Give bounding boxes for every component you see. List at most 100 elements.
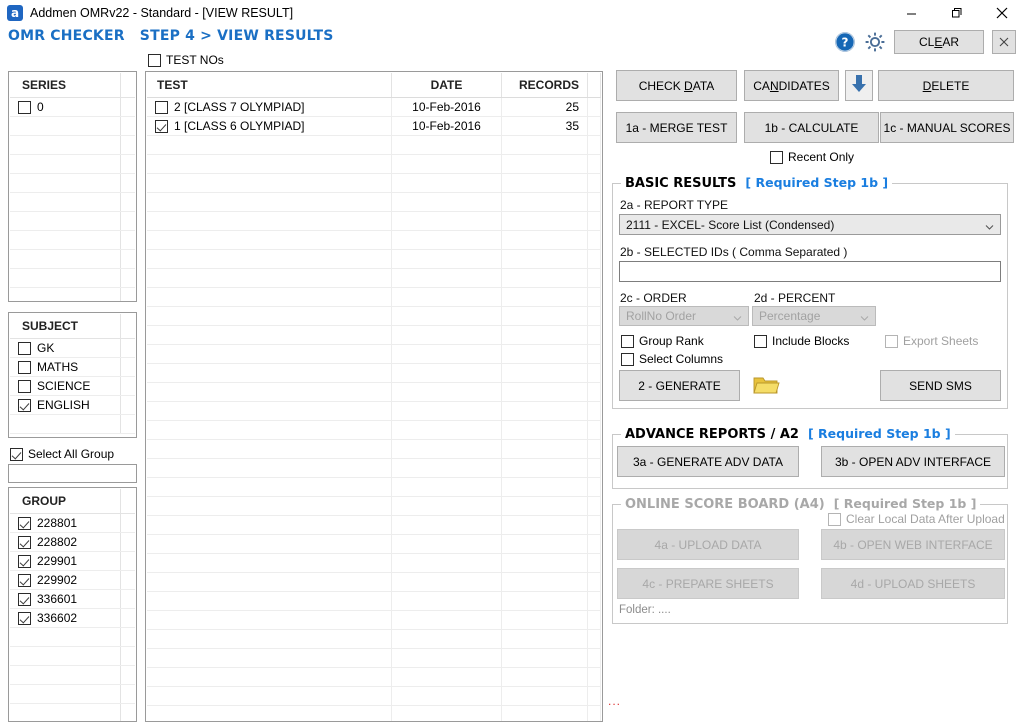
list-item[interactable]: 229901 <box>10 552 135 571</box>
subject-item-label: SCIENCE <box>37 379 91 393</box>
group-item-checkbox[interactable] <box>18 611 31 625</box>
help-circle-icon[interactable]: ? <box>834 31 856 53</box>
calculate-button[interactable]: 1b - CALCULATE <box>744 112 879 143</box>
column-header-date[interactable]: DATE <box>392 73 502 97</box>
manual-scores-button[interactable]: 1c - MANUAL SCORES <box>880 112 1014 143</box>
table-row[interactable]: 2 [CLASS 7 OLYMPIAD] 10-Feb-2016 25 <box>147 98 601 117</box>
select-columns-checkbox[interactable] <box>621 352 634 366</box>
series-item-checkbox[interactable] <box>18 100 31 114</box>
selected-ids-input[interactable] <box>619 261 1001 282</box>
group-header-label: GROUP <box>22 494 67 508</box>
maximize-restore-button[interactable] <box>934 0 979 26</box>
test-row-date: 10-Feb-2016 <box>392 117 502 135</box>
group-item-checkbox[interactable] <box>18 516 31 530</box>
table-row-empty <box>147 174 601 193</box>
generate-adv-data-button[interactable]: 3a - GENERATE ADV DATA <box>617 446 799 477</box>
advance-reports-required-label: [ Required Step 1b ] <box>807 426 951 441</box>
send-sms-button[interactable]: SEND SMS <box>880 370 1001 401</box>
generate-label: 2 - GENERATE <box>638 378 721 393</box>
list-item[interactable]: 336602 <box>10 609 135 628</box>
group-item-label: 229902 <box>37 573 78 587</box>
generate-button[interactable]: 2 - GENERATE <box>619 370 740 401</box>
open-adv-interface-button[interactable]: 3b - OPEN ADV INTERFACE <box>821 446 1005 477</box>
group-filter-input[interactable] <box>8 464 137 483</box>
group-item-checkbox[interactable] <box>18 554 31 568</box>
merge-test-button[interactable]: 1a - MERGE TEST <box>616 112 737 143</box>
chevron-down-icon <box>860 312 869 321</box>
percent-select[interactable]: Percentage <box>752 306 876 326</box>
select-all-group-row[interactable]: Select All Group <box>10 447 114 461</box>
series-header-label: SERIES <box>22 78 67 92</box>
group-rank-row[interactable]: Group Rank <box>621 334 704 348</box>
folder-icon[interactable] <box>752 372 780 401</box>
subject-item-checkbox[interactable] <box>18 360 31 374</box>
table-row-empty <box>147 402 601 421</box>
list-item-empty <box>10 647 135 666</box>
list-item[interactable]: 0 <box>10 98 135 117</box>
select-all-group-checkbox[interactable] <box>10 447 23 461</box>
list-item[interactable]: 228802 <box>10 533 135 552</box>
send-sms-label: SEND SMS <box>909 378 972 393</box>
percent-label: 2d - PERCENT <box>754 291 836 305</box>
test-row-name: 2 [CLASS 7 OLYMPIAD] <box>174 100 305 114</box>
report-type-value: 2111 - EXCEL- Score List (Condensed) <box>626 217 835 232</box>
table-row-empty <box>147 212 601 231</box>
upload-sheets-button: 4d - UPLOAD SHEETS <box>821 568 1005 599</box>
list-item[interactable]: 336601 <box>10 590 135 609</box>
list-item-empty <box>10 250 135 269</box>
group-item-checkbox[interactable] <box>18 535 31 549</box>
calculate-label: 1b - CALCULATE <box>764 120 859 135</box>
list-item-empty <box>10 685 135 704</box>
online-score-board-title-label: ONLINE SCORE BOARD (A4) <box>625 497 825 512</box>
select-all-group-label: Select All Group <box>28 447 115 461</box>
table-row[interactable]: 1 [CLASS 6 OLYMPIAD] 10-Feb-2016 35 <box>147 117 601 136</box>
recent-only-row[interactable]: Recent Only <box>770 150 854 164</box>
basic-results-title: BASIC RESULTS [ Required Step 1b ] <box>621 175 893 191</box>
addmen-a-icon: a <box>7 5 23 21</box>
check-data-button[interactable]: CHECK DATA <box>616 70 737 101</box>
test-nos-row[interactable]: TEST NOs <box>148 53 224 67</box>
gear-icon[interactable] <box>864 31 886 53</box>
close-view-button[interactable] <box>992 30 1016 54</box>
test-nos-checkbox[interactable] <box>148 53 161 67</box>
list-item[interactable]: 228801 <box>10 514 135 533</box>
advance-reports-groupbox: ADVANCE REPORTS / A2 [ Required Step 1b … <box>612 426 1008 489</box>
recent-only-checkbox[interactable] <box>770 150 783 164</box>
include-blocks-checkbox[interactable] <box>754 334 767 348</box>
subject-item-checkbox[interactable] <box>18 341 31 355</box>
select-columns-row[interactable]: Select Columns <box>621 352 723 366</box>
delete-button[interactable]: DELETE <box>878 70 1014 101</box>
column-header-spacer <box>588 73 601 97</box>
clear-button[interactable]: CLEAR <box>894 30 984 54</box>
download-arrow-button[interactable] <box>845 70 873 101</box>
group-item-checkbox[interactable] <box>18 592 31 606</box>
list-item[interactable]: ENGLISH <box>10 396 135 415</box>
test-row-checkbox[interactable] <box>155 100 168 114</box>
subject-item-checkbox[interactable] <box>18 379 31 393</box>
chevron-down-icon <box>733 312 742 321</box>
test-row-records: 35 <box>502 117 588 135</box>
test-row-checkbox[interactable] <box>155 119 168 133</box>
subject-item-checkbox[interactable] <box>18 398 31 412</box>
list-item[interactable]: MATHS <box>10 358 135 377</box>
group-rank-checkbox[interactable] <box>621 334 634 348</box>
upload-data-label: 4a - UPLOAD DATA <box>654 537 762 552</box>
column-header-records[interactable]: RECORDS <box>502 73 588 97</box>
list-item-empty <box>10 136 135 155</box>
list-item[interactable]: SCIENCE <box>10 377 135 396</box>
table-row-empty <box>147 288 601 307</box>
close-icon[interactable] <box>979 0 1024 26</box>
table-row-empty <box>147 326 601 345</box>
list-item[interactable]: 229902 <box>10 571 135 590</box>
group-item-checkbox[interactable] <box>18 573 31 587</box>
report-type-select[interactable]: 2111 - EXCEL- Score List (Condensed) <box>619 214 1001 235</box>
list-item[interactable]: GK <box>10 339 135 358</box>
candidates-button[interactable]: CANDIDATES <box>744 70 839 101</box>
column-header-test[interactable]: TEST <box>147 73 392 97</box>
subject-item-label: MATHS <box>37 360 79 374</box>
clear-button-label: CLEAR <box>918 35 960 49</box>
order-select[interactable]: RollNo Order <box>619 306 749 326</box>
minimize-button[interactable] <box>889 0 934 26</box>
table-row-empty <box>147 668 601 687</box>
include-blocks-row[interactable]: Include Blocks <box>754 334 849 348</box>
